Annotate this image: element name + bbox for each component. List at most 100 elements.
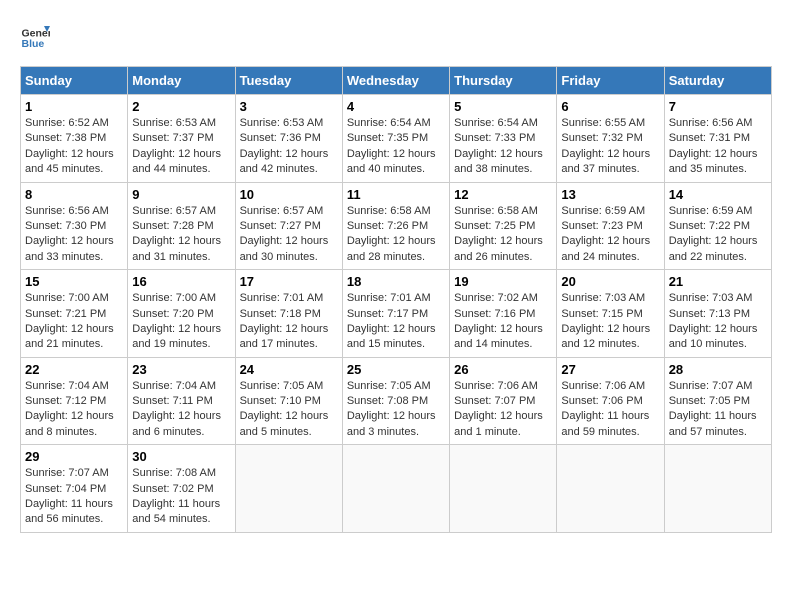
day-number: 20 <box>561 274 659 289</box>
sunset: Sunset: 7:08 PM <box>347 395 428 407</box>
sunset: Sunset: 7:23 PM <box>561 220 642 232</box>
day-detail: Sunrise: 7:05 AM Sunset: 7:10 PM Dayligh… <box>240 379 338 441</box>
day-number: 30 <box>132 449 230 464</box>
calendar-cell: 12 Sunrise: 6:58 AM Sunset: 7:25 PM Dayl… <box>450 182 557 270</box>
sunrise: Sunrise: 7:04 AM <box>25 380 109 392</box>
sunset: Sunset: 7:36 PM <box>240 132 321 144</box>
sunset: Sunset: 7:12 PM <box>25 395 106 407</box>
sunset: Sunset: 7:06 PM <box>561 395 642 407</box>
daylight: Daylight: 12 hours and 35 minutes. <box>669 148 758 175</box>
sunrise: Sunrise: 7:06 AM <box>454 380 538 392</box>
day-number: 15 <box>25 274 123 289</box>
sunrise: Sunrise: 6:53 AM <box>132 117 216 129</box>
calendar-cell: 22 Sunrise: 7:04 AM Sunset: 7:12 PM Dayl… <box>21 357 128 445</box>
col-sunday: Sunday <box>21 67 128 95</box>
day-detail: Sunrise: 7:04 AM Sunset: 7:11 PM Dayligh… <box>132 379 230 441</box>
day-number: 22 <box>25 362 123 377</box>
daylight: Daylight: 12 hours and 15 minutes. <box>347 323 436 350</box>
calendar-cell: 23 Sunrise: 7:04 AM Sunset: 7:11 PM Dayl… <box>128 357 235 445</box>
calendar-cell: 19 Sunrise: 7:02 AM Sunset: 7:16 PM Dayl… <box>450 270 557 358</box>
sunrise: Sunrise: 6:56 AM <box>669 117 753 129</box>
day-detail: Sunrise: 6:57 AM Sunset: 7:27 PM Dayligh… <box>240 204 338 266</box>
day-number: 6 <box>561 99 659 114</box>
col-friday: Friday <box>557 67 664 95</box>
calendar-cell: 18 Sunrise: 7:01 AM Sunset: 7:17 PM Dayl… <box>342 270 449 358</box>
col-tuesday: Tuesday <box>235 67 342 95</box>
day-detail: Sunrise: 7:01 AM Sunset: 7:18 PM Dayligh… <box>240 291 338 353</box>
sunrise: Sunrise: 6:54 AM <box>454 117 538 129</box>
daylight: Daylight: 12 hours and 26 minutes. <box>454 235 543 262</box>
col-saturday: Saturday <box>664 67 771 95</box>
calendar-cell <box>557 445 664 533</box>
calendar-cell: 28 Sunrise: 7:07 AM Sunset: 7:05 PM Dayl… <box>664 357 771 445</box>
calendar-cell: 11 Sunrise: 6:58 AM Sunset: 7:26 PM Dayl… <box>342 182 449 270</box>
daylight: Daylight: 12 hours and 45 minutes. <box>25 148 114 175</box>
calendar-cell: 24 Sunrise: 7:05 AM Sunset: 7:10 PM Dayl… <box>235 357 342 445</box>
sunrise: Sunrise: 6:57 AM <box>240 205 324 217</box>
calendar-week-row: 15 Sunrise: 7:00 AM Sunset: 7:21 PM Dayl… <box>21 270 772 358</box>
sunset: Sunset: 7:11 PM <box>132 395 213 407</box>
sunrise: Sunrise: 7:04 AM <box>132 380 216 392</box>
sunrise: Sunrise: 7:08 AM <box>132 467 216 479</box>
day-detail: Sunrise: 7:00 AM Sunset: 7:21 PM Dayligh… <box>25 291 123 353</box>
calendar-cell: 20 Sunrise: 7:03 AM Sunset: 7:15 PM Dayl… <box>557 270 664 358</box>
sunrise: Sunrise: 7:05 AM <box>347 380 431 392</box>
daylight: Daylight: 11 hours and 56 minutes. <box>25 498 113 525</box>
sunset: Sunset: 7:05 PM <box>669 395 750 407</box>
daylight: Daylight: 12 hours and 30 minutes. <box>240 235 329 262</box>
calendar-cell: 13 Sunrise: 6:59 AM Sunset: 7:23 PM Dayl… <box>557 182 664 270</box>
day-number: 3 <box>240 99 338 114</box>
day-detail: Sunrise: 6:56 AM Sunset: 7:30 PM Dayligh… <box>25 204 123 266</box>
daylight: Daylight: 12 hours and 5 minutes. <box>240 410 329 437</box>
day-detail: Sunrise: 7:08 AM Sunset: 7:02 PM Dayligh… <box>132 466 230 528</box>
calendar-cell <box>664 445 771 533</box>
daylight: Daylight: 12 hours and 21 minutes. <box>25 323 114 350</box>
day-detail: Sunrise: 6:54 AM Sunset: 7:35 PM Dayligh… <box>347 116 445 178</box>
sunset: Sunset: 7:37 PM <box>132 132 213 144</box>
day-number: 24 <box>240 362 338 377</box>
day-detail: Sunrise: 7:06 AM Sunset: 7:06 PM Dayligh… <box>561 379 659 441</box>
calendar-cell <box>235 445 342 533</box>
sunset: Sunset: 7:20 PM <box>132 308 213 320</box>
sunrise: Sunrise: 7:00 AM <box>25 292 109 304</box>
sunrise: Sunrise: 7:02 AM <box>454 292 538 304</box>
calendar-cell: 15 Sunrise: 7:00 AM Sunset: 7:21 PM Dayl… <box>21 270 128 358</box>
day-number: 5 <box>454 99 552 114</box>
day-number: 17 <box>240 274 338 289</box>
daylight: Daylight: 12 hours and 37 minutes. <box>561 148 650 175</box>
sunrise: Sunrise: 6:59 AM <box>669 205 753 217</box>
daylight: Daylight: 12 hours and 22 minutes. <box>669 235 758 262</box>
daylight: Daylight: 12 hours and 8 minutes. <box>25 410 114 437</box>
daylight: Daylight: 12 hours and 38 minutes. <box>454 148 543 175</box>
day-detail: Sunrise: 6:56 AM Sunset: 7:31 PM Dayligh… <box>669 116 767 178</box>
day-number: 16 <box>132 274 230 289</box>
day-number: 14 <box>669 187 767 202</box>
day-number: 25 <box>347 362 445 377</box>
day-number: 1 <box>25 99 123 114</box>
sunrise: Sunrise: 7:00 AM <box>132 292 216 304</box>
calendar-cell: 6 Sunrise: 6:55 AM Sunset: 7:32 PM Dayli… <box>557 95 664 183</box>
sunrise: Sunrise: 7:07 AM <box>25 467 109 479</box>
sunrise: Sunrise: 6:56 AM <box>25 205 109 217</box>
sunset: Sunset: 7:02 PM <box>132 483 213 495</box>
daylight: Daylight: 12 hours and 24 minutes. <box>561 235 650 262</box>
sunrise: Sunrise: 7:01 AM <box>240 292 324 304</box>
day-detail: Sunrise: 7:07 AM Sunset: 7:05 PM Dayligh… <box>669 379 767 441</box>
sunrise: Sunrise: 7:03 AM <box>669 292 753 304</box>
calendar-body: 1 Sunrise: 6:52 AM Sunset: 7:38 PM Dayli… <box>21 95 772 533</box>
sunrise: Sunrise: 6:52 AM <box>25 117 109 129</box>
col-thursday: Thursday <box>450 67 557 95</box>
sunrise: Sunrise: 6:54 AM <box>347 117 431 129</box>
sunset: Sunset: 7:22 PM <box>669 220 750 232</box>
calendar-cell <box>342 445 449 533</box>
daylight: Daylight: 12 hours and 10 minutes. <box>669 323 758 350</box>
day-number: 19 <box>454 274 552 289</box>
day-number: 28 <box>669 362 767 377</box>
daylight: Daylight: 12 hours and 44 minutes. <box>132 148 221 175</box>
sunset: Sunset: 7:15 PM <box>561 308 642 320</box>
sunrise: Sunrise: 6:58 AM <box>347 205 431 217</box>
page-header: General Blue <box>20 20 772 50</box>
svg-text:Blue: Blue <box>22 38 45 50</box>
sunset: Sunset: 7:04 PM <box>25 483 106 495</box>
sunset: Sunset: 7:26 PM <box>347 220 428 232</box>
